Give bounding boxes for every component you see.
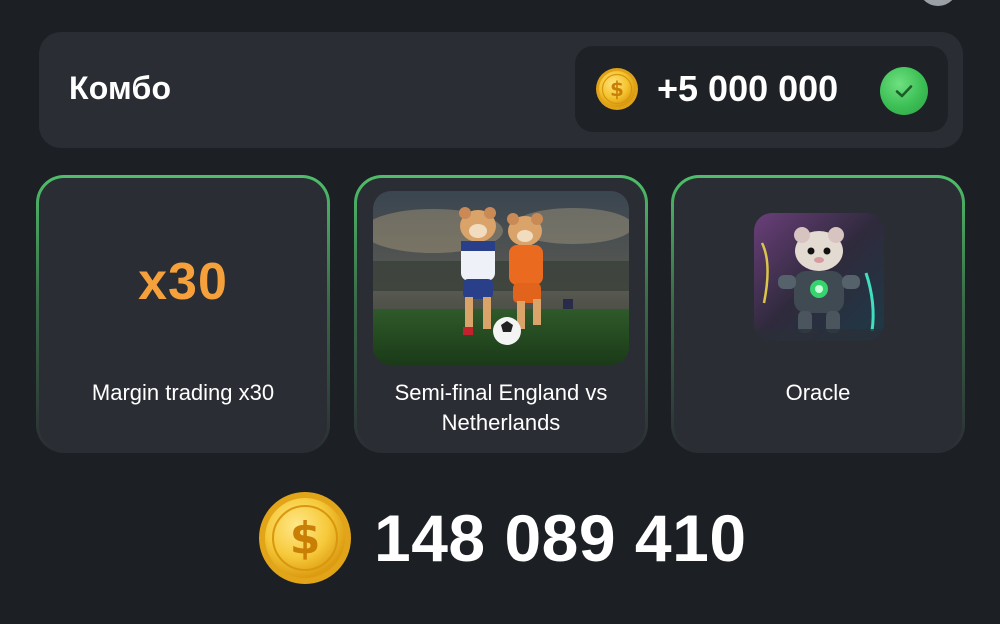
combo-title: Комбо — [69, 70, 172, 106]
balance-amount: 148 089 410 — [374, 501, 747, 575]
combo-panel: Комбо $ +5 000 000 — [39, 32, 963, 148]
balance-display: $ 148 089 410 — [258, 490, 747, 586]
card-label: Margin trading x30 — [91, 380, 275, 405]
top-corner-button[interactable] — [918, 0, 958, 6]
checkmark-icon — [880, 67, 928, 115]
combo-reward-amount: +5 000 000 — [657, 68, 839, 109]
combo-reward-pill: $ +5 000 000 — [575, 46, 948, 132]
combo-card-margin-trading[interactable]: x30 Margin trading x30 — [36, 175, 330, 453]
x30-badge: x30 — [138, 253, 228, 311]
combo-card-oracle[interactable]: Oracle — [671, 175, 965, 453]
dollar-coin-icon: $ — [596, 68, 638, 110]
card-label-line1: Semi-final England vs — [394, 380, 608, 405]
combo-card-semi-final[interactable]: Semi-final England vs Netherlands — [354, 175, 648, 453]
svg-text:$: $ — [290, 513, 321, 564]
svg-text:$: $ — [610, 77, 624, 101]
daily-combo-screen: Комбо $ +5 000 000 x30 Margin trading x3… — [0, 0, 1000, 624]
card-label: Oracle — [785, 380, 851, 405]
card-label-line2: Netherlands — [441, 410, 561, 435]
football-hamsters-image — [373, 191, 629, 365]
dollar-coin-icon: $ — [259, 492, 351, 584]
robot-hamster-image — [754, 213, 884, 341]
